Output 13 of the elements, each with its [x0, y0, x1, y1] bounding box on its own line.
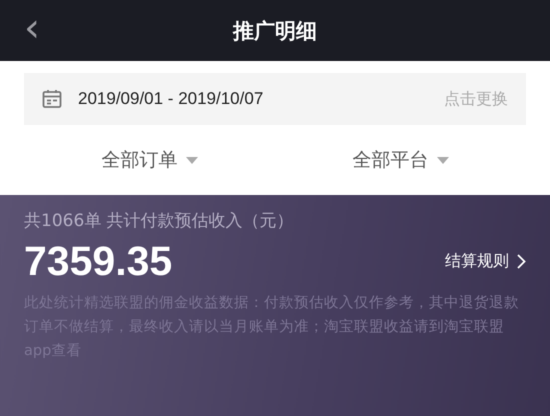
page-title: 推广明细 [233, 18, 317, 44]
chevron-right-icon [517, 254, 526, 269]
settlement-rules-link[interactable]: 结算规则 [445, 251, 526, 272]
caret-icon [186, 156, 198, 164]
filter-dropdown[interactable]: 全部平台 [275, 147, 526, 173]
summary-caption: 共1066单 共计付款预估收入（元） [24, 210, 295, 232]
filter-dropdown[interactable]: 全部订单 [24, 147, 275, 173]
caret-icon [436, 156, 448, 164]
calendar-icon [42, 89, 62, 109]
income-amount: 7359.35 [24, 238, 172, 285]
date-range-text: 2019/09/01 - 2019/10/07 [78, 89, 264, 109]
date-range-bar[interactable]: 2019/09/01 - 2019/10/07 点击更换 [24, 73, 526, 125]
back-button[interactable]: ‹ [18, 8, 46, 48]
